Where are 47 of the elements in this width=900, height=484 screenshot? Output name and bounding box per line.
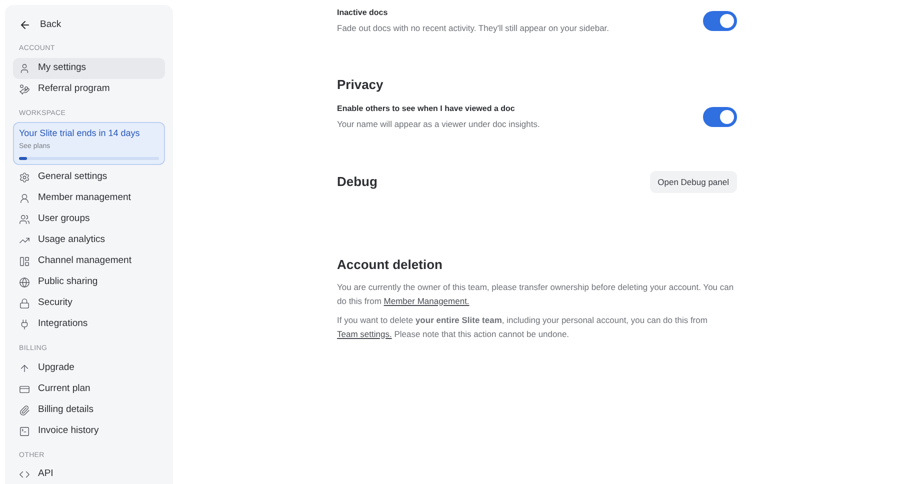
trend-icon (19, 235, 30, 246)
sidebar-item[interactable]: Upgrade (13, 358, 165, 378)
back-button[interactable]: Back (13, 15, 165, 35)
sidebar-item[interactable]: Member management (13, 188, 165, 209)
gear-icon (19, 172, 30, 183)
sidebar-item[interactable]: Billing details (13, 400, 165, 420)
trial-title: Your Slite trial ends in 14 days (19, 127, 141, 140)
section-heading: Privacy (337, 76, 384, 94)
arrow-up-icon (19, 362, 30, 374)
globe-icon (19, 277, 30, 288)
sidebar-item[interactable]: Current plan (13, 378, 165, 400)
setting-title: Inactive docs (337, 7, 389, 19)
sidebar-item[interactable]: My settings (13, 58, 165, 78)
sidebar-item[interactable]: Usage analytics (13, 230, 165, 251)
sidebar-item[interactable]: Public sharing (13, 272, 165, 293)
section-heading: Account deletion (337, 256, 444, 274)
setting-title: Enable others to see when I have viewed a doc (337, 103, 516, 116)
sidebar-item[interactable]: Channel management (13, 251, 165, 272)
sidebar-item[interactable]: Invoice history (13, 420, 165, 442)
terminal-icon (19, 426, 30, 436)
link[interactable]: Team settings. (337, 328, 392, 338)
section-heading: Debug (337, 173, 378, 192)
paragraph: If you want to delete your entire Slite team, including your personal account, you can do this from Team settings. Please note that this action cannot be undone. (337, 314, 708, 340)
back-arrow-icon (19, 19, 31, 31)
sidebar-item[interactable]: API (13, 464, 165, 484)
setting-description: Your name will appear as a viewer under doc insights. (337, 118, 540, 131)
users-icon (19, 214, 30, 225)
setting-description: Fade out docs with no recent activity. They'll still appear on your sidebar. (337, 22, 610, 35)
lock-icon (19, 298, 30, 309)
sidebar-item[interactable]: User groups (13, 209, 165, 230)
user-icon (19, 193, 30, 204)
sidebar-item[interactable]: General settings (13, 167, 165, 188)
paperclip-icon (19, 404, 30, 416)
sidebar-item[interactable]: Integrations (13, 314, 165, 335)
sidebar-item[interactable]: Referral program (13, 78, 165, 100)
user-icon (19, 62, 30, 74)
toggle-switch[interactable] (703, 107, 737, 128)
link[interactable]: Member Management. (384, 296, 470, 306)
sidebar-item[interactable]: Security (13, 293, 165, 314)
open-debug-button[interactable]: Open Debug panel (650, 171, 737, 193)
toggle-switch[interactable] (703, 10, 737, 31)
hand-icon (19, 84, 30, 94)
plug-icon (19, 319, 30, 330)
paragraph: You are currently the owner of this team, please transfer ownership before deleting your account. You can do this from Member Management. (337, 280, 735, 308)
panel-icon (19, 256, 30, 267)
code-icon (19, 469, 30, 480)
card-icon (19, 384, 30, 394)
